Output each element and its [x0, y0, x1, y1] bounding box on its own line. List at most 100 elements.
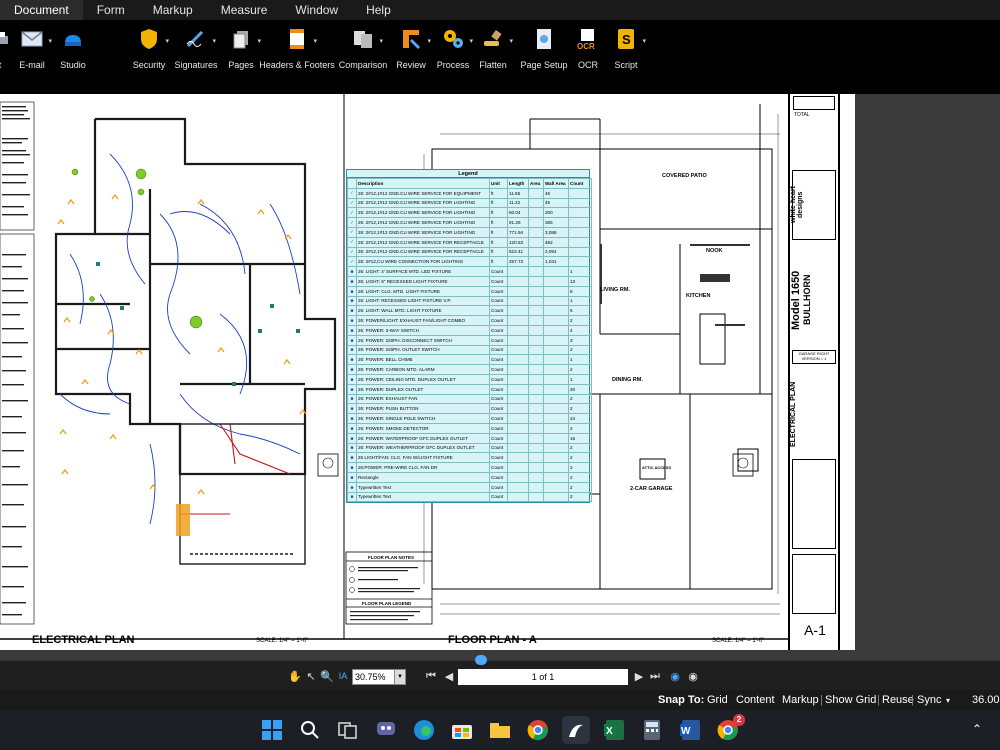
forward-view-icon[interactable]: ◉ [686, 669, 700, 683]
legend-row[interactable]: ■ 26: LIGHT: 6" RECESSED LIGHT FIXTURE Cou… [347, 275, 592, 287]
menu-document[interactable]: Document [0, 0, 83, 20]
legend-row[interactable]: ■ 26:POWER: PRE-WIRE CLG. FAN DR Count 2 [347, 462, 592, 473]
excel-icon[interactable]: X [600, 716, 628, 744]
legend-cell [543, 481, 569, 493]
menu-markup[interactable]: Markup [139, 0, 207, 20]
legend-row[interactable]: ■ 26: POWER: 3-WAY SWITCH Count 4 [347, 324, 592, 336]
task-view-icon[interactable] [334, 716, 362, 744]
legend-row[interactable]: ✓ 26: 2#12,1#12 GND.CU WIRE SERVICE FOR R… [347, 236, 592, 248]
next-page-icon[interactable]: ▶ [632, 669, 646, 683]
snap-markup-toggle[interactable]: Markup [782, 694, 819, 706]
legend-row[interactable]: ✓ 26: 2#12,1#12 GND.CU WIRE SERVICE FOR E… [347, 187, 592, 199]
script-button[interactable]: S ▾ Script [612, 24, 646, 86]
menu-form[interactable]: Form [83, 0, 139, 20]
legend-row[interactable]: ✓ 26: 2#12,1#12 GND.CU WIRE SERVICE FOR R… [347, 246, 592, 258]
legend-cell [507, 393, 529, 405]
reuse-toggle[interactable]: Reuse [882, 694, 914, 706]
legend-row[interactable]: ■ 26: POWER: CEILING MTD. DUPLEX OUTLET Co… [347, 373, 592, 385]
zoom-dropdown-icon[interactable]: ▼ [394, 670, 405, 684]
pages-button[interactable]: ▾ Pages [226, 24, 261, 86]
flatten-button[interactable]: ▾ Flatten [479, 24, 513, 86]
edge-icon[interactable] [410, 716, 438, 744]
first-page-icon[interactable]: ⏮ [424, 669, 438, 683]
legend-row[interactable]: ■ 26: POWER: WATERPROOF GFC DUPLEX OUTLET… [347, 432, 592, 444]
legend-row[interactable]: ■ 26: POWER: CARBON MTD. ALARM Count 2 [347, 364, 592, 375]
store-icon[interactable] [448, 716, 476, 744]
ocr-button[interactable]: OCR OCR [576, 24, 600, 86]
legend-cell [528, 256, 544, 268]
bluebeam-icon[interactable] [562, 716, 590, 744]
legend-row[interactable]: ■ 26: LIGHT: WALL MTD. LIGHT FIXTURE Count… [347, 305, 592, 317]
process-button[interactable]: ▾ Process [437, 24, 473, 86]
page-setup-button[interactable]: Page Setup [520, 24, 568, 86]
menu-measure[interactable]: Measure [207, 0, 282, 20]
legend-row[interactable]: ■ 26: POWER: WEATHERPROOF GFC DUPLEX OUTL… [347, 442, 592, 454]
legend-row[interactable]: ■ 26: POWER: EXHAUST FAN Count 2 [347, 393, 592, 405]
title-block-sheet-desc: ELECTRICAL PLAN [790, 381, 797, 447]
back-view-icon[interactable]: ◉ [668, 669, 682, 683]
legend-cell [507, 422, 529, 434]
chrome-icon[interactable] [524, 716, 552, 744]
document-canvas[interactable]: COVERED PATIO LIVING RM. KITCHEN NOOK DI… [0, 94, 1000, 660]
legend-row[interactable]: ■ 26: LIGHT: 4' SURFACE MTD. LED FIXTURE C… [347, 266, 592, 277]
word-icon[interactable]: W [676, 716, 704, 744]
legend-row[interactable]: ✓ 26: 2#12,1#12 GND.CU WIRE SERVICE FOR L… [347, 197, 592, 209]
legend-row[interactable]: ■ 26: POWER: 220PH. DISCONNECT SWITCH Coun… [347, 334, 592, 346]
legend-row[interactable]: ■ Typewritten Text Count 2 [347, 481, 592, 493]
comparison-button[interactable]: ▾ Comparison [339, 24, 387, 86]
menu-help[interactable]: Help [352, 0, 405, 20]
legend-row[interactable]: ■ 26: POWER/LIGHT: EXHAUST FAN/LIGHT COMB… [347, 315, 592, 326]
legend-row[interactable]: ■ 26: POWER: DUPLEX OUTLET Count 20 [347, 383, 592, 395]
legend-row[interactable]: ■ 26: POWER: PUSH BUTTON Count 2 [347, 403, 592, 415]
show-grid-toggle[interactable]: Show Grid [825, 694, 876, 706]
legend-row[interactable]: ■ Rectangle Count 2 [347, 471, 592, 483]
page-number-field[interactable]: 1 of 1 [458, 669, 628, 685]
print-label: t [0, 60, 1, 70]
security-button[interactable]: ▾ Security [133, 24, 169, 86]
system-tray-chevron-icon[interactable]: ⌃ [972, 722, 982, 736]
search-icon[interactable] [296, 716, 324, 744]
sync-toggle[interactable]: Sync [917, 694, 941, 706]
chat-icon[interactable] [372, 716, 400, 744]
print-button[interactable]: t [0, 24, 8, 86]
legend-cell: 2 [568, 442, 592, 454]
menu-window[interactable]: Window [281, 0, 352, 20]
headers-footers-button[interactable]: ▾ Headers & Footers [259, 24, 335, 86]
legend-marker-icon: ■ [347, 471, 357, 483]
zoom-level-field[interactable]: 30.75% ▼ [352, 669, 406, 685]
markup-legend[interactable]: Legend Description Unit Length Area Wall Are… [346, 169, 592, 504]
panel-collapse-icon[interactable] [475, 655, 487, 665]
sync-dropdown-icon[interactable]: ▾ [946, 696, 950, 705]
legend-row[interactable]: ■ 26: POWER: BELL CHIME Count 1 [347, 354, 592, 366]
snap-grid-toggle[interactable]: Grid [707, 694, 728, 706]
legend-row[interactable]: ■ 26: LIGHT: CLG. MTD. LIGHT FIXTURE Count… [347, 285, 592, 297]
windows-start-icon[interactable] [258, 716, 286, 744]
drawing-sheet[interactable]: COVERED PATIO LIVING RM. KITCHEN NOOK DI… [0, 94, 855, 650]
review-button[interactable]: ▾ Review [396, 24, 431, 86]
calculator-icon[interactable] [638, 716, 666, 744]
text-select-icon[interactable]: IA [336, 669, 350, 683]
zoom-tool-icon[interactable]: 🔍 [320, 669, 334, 683]
studio-button[interactable]: Studio [60, 24, 86, 86]
chrome-profile-icon[interactable]: 2 [714, 714, 745, 744]
legend-row[interactable]: ■ 26 LIGHT/FAN: CLG. FAN W/LIGHT FIXTURE C… [347, 452, 592, 464]
select-tool-icon[interactable]: ↖ [304, 669, 318, 683]
legend-row[interactable]: ■ 26: POWER: 220PH. OUTLET SWITCH Count 2 [347, 344, 592, 356]
legend-row[interactable]: ✓ 26: 2#12,CU WIRE CONNECTION FOR LIGHTIN… [347, 256, 592, 268]
legend-row[interactable]: ✓ 26: 2#12,1#12 GND.CU WIRE SERVICE FOR L… [347, 217, 592, 228]
file-explorer-icon[interactable] [486, 716, 514, 744]
email-button[interactable]: ▾ E-mail [19, 24, 52, 86]
legend-row[interactable]: ■ 26: POWER: SINGLE POLE SWITCH Count 24 [347, 413, 592, 424]
legend-cell [543, 442, 569, 454]
previous-page-icon[interactable]: ◀ [442, 669, 456, 683]
legend-row[interactable]: ■ 26: POWER: SMOKE DETECTOR Count 2 [347, 422, 592, 434]
signatures-button[interactable]: ▾ Signatures [174, 24, 218, 86]
legend-cell [507, 471, 529, 483]
snap-content-toggle[interactable]: Content [736, 694, 775, 706]
legend-row[interactable]: ■ Typewritten Text Count 2 [347, 491, 592, 503]
pan-tool-icon[interactable]: ✋ [288, 669, 302, 683]
legend-row[interactable]: ✓ 26: 2#12,1#12 GND.CU WIRE SERVICE FOR L… [347, 226, 592, 238]
legend-row[interactable]: ✓ 26: 2#12,1#12 GND.CU WIRE SERVICE FOR L… [347, 207, 592, 219]
last-page-icon[interactable]: ⏭ [648, 669, 662, 683]
legend-row[interactable]: ■ 26: LIGHT: RECESSED LIGHT FIXTURE V.P. C… [347, 295, 592, 307]
